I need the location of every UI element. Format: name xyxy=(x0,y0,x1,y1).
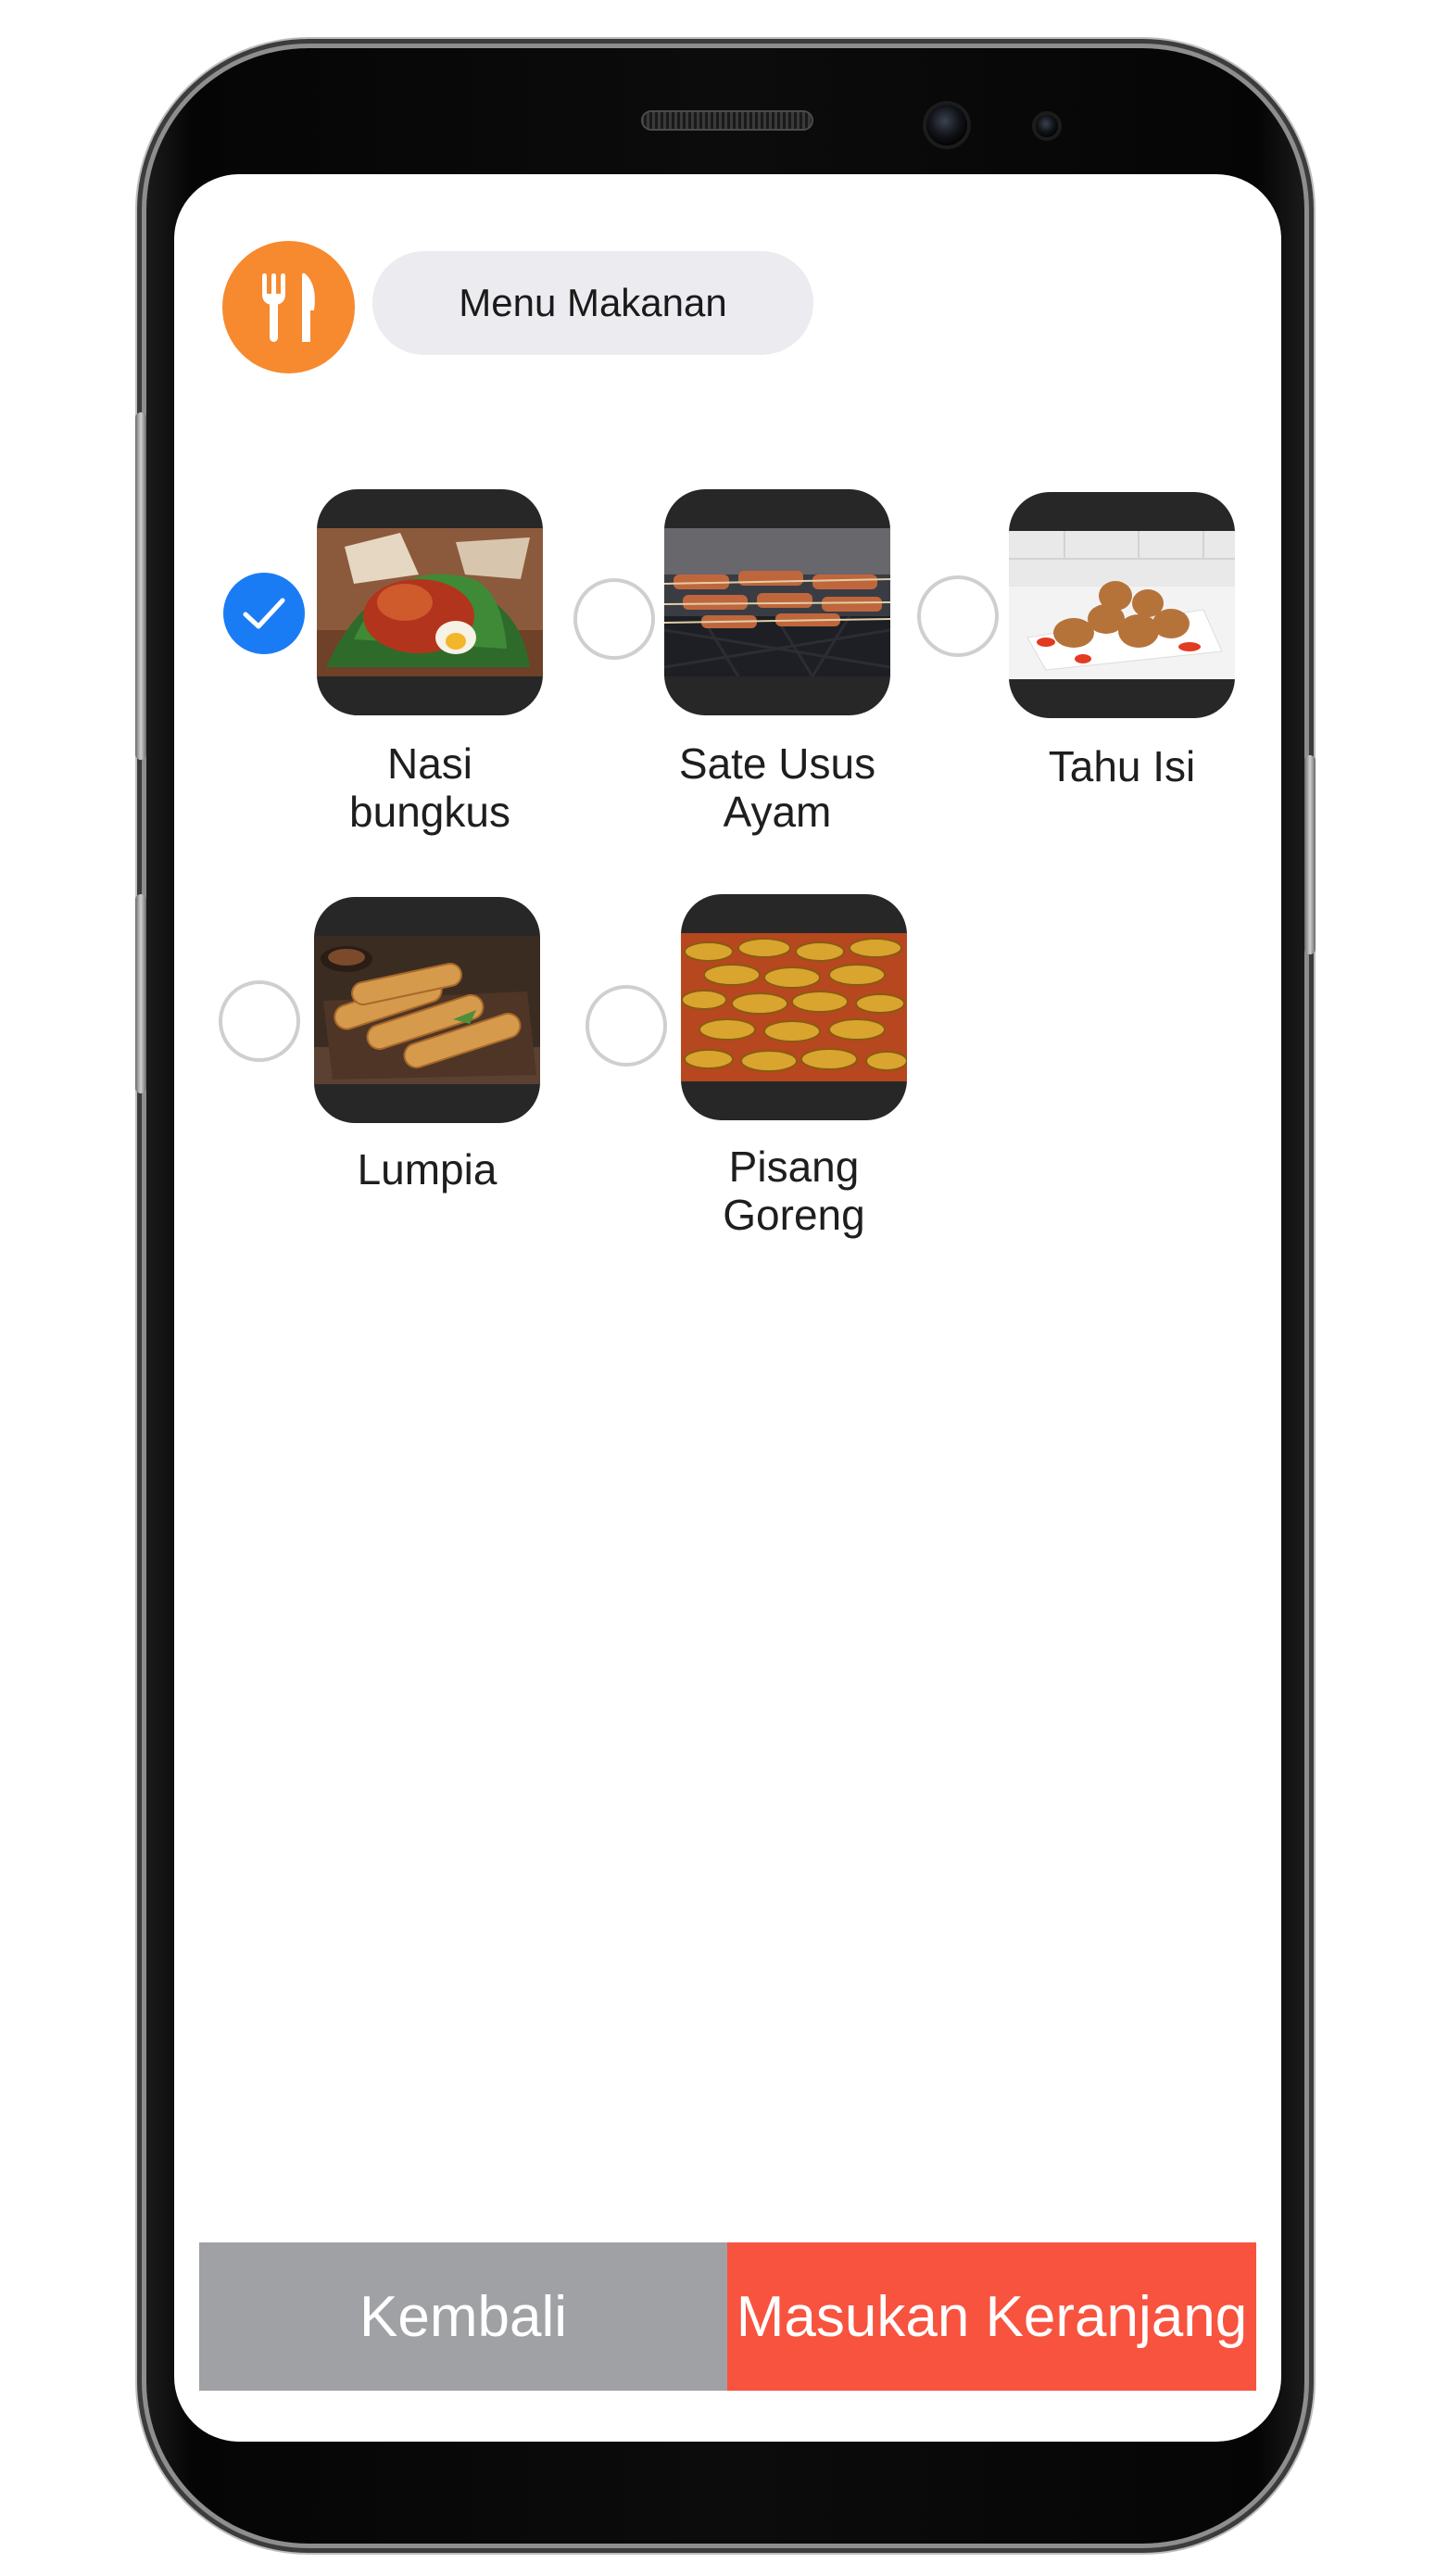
item-radio-pisang-goreng[interactable] xyxy=(585,985,667,1067)
item-radio-tahu-isi[interactable] xyxy=(917,575,999,657)
volume-up-button xyxy=(135,412,146,760)
power-button xyxy=(1304,755,1316,954)
fork-knife-icon xyxy=(222,241,355,373)
item-radio-sate-usus-ayam[interactable] xyxy=(573,578,655,660)
item-label-sate-usus-ayam: Sate Usus Ayam xyxy=(657,739,898,836)
item-label-line: Ayam xyxy=(723,788,832,836)
item-label-nasi-bungkus: Nasi bungkus xyxy=(309,739,550,836)
item-label-tahu-isi: Tahu Isi xyxy=(1001,742,1242,790)
item-label-line: Pisang xyxy=(728,1143,860,1191)
food-image-tahu-isi[interactable] xyxy=(1009,492,1235,718)
front-camera xyxy=(926,105,967,145)
item-radio-lumpia[interactable] xyxy=(219,980,300,1062)
item-radio-nasi-bungkus[interactable] xyxy=(223,573,305,654)
item-label-line: Goreng xyxy=(723,1191,865,1239)
app-screen: Menu Makanan Nasi bungkus Sate Usus Ayam… xyxy=(174,174,1281,2442)
item-label-line: Nasi xyxy=(386,739,473,788)
food-image-sate-usus-ayam[interactable] xyxy=(664,489,890,715)
item-label-lumpia: Lumpia xyxy=(307,1145,548,1193)
earpiece-speaker xyxy=(641,110,813,131)
back-button[interactable]: Kembali xyxy=(199,2242,727,2391)
food-image-pisang-goreng[interactable] xyxy=(681,894,907,1120)
item-label-pisang-goreng: Pisang Goreng xyxy=(674,1143,914,1239)
add-to-cart-button[interactable]: Masukan Keranjang xyxy=(727,2242,1256,2391)
volume-down-button xyxy=(135,894,146,1093)
food-image-nasi-bungkus[interactable] xyxy=(317,489,543,715)
item-label-line: Tahu Isi xyxy=(1048,742,1196,790)
checkmark-icon xyxy=(243,598,285,629)
item-label-line: Lumpia xyxy=(357,1145,497,1193)
item-label-line: Sate Usus xyxy=(678,739,876,788)
sensor xyxy=(1036,115,1058,137)
food-image-lumpia[interactable] xyxy=(314,897,540,1123)
page-title: Menu Makanan xyxy=(372,251,813,355)
item-label-line: bungkus xyxy=(349,788,510,836)
